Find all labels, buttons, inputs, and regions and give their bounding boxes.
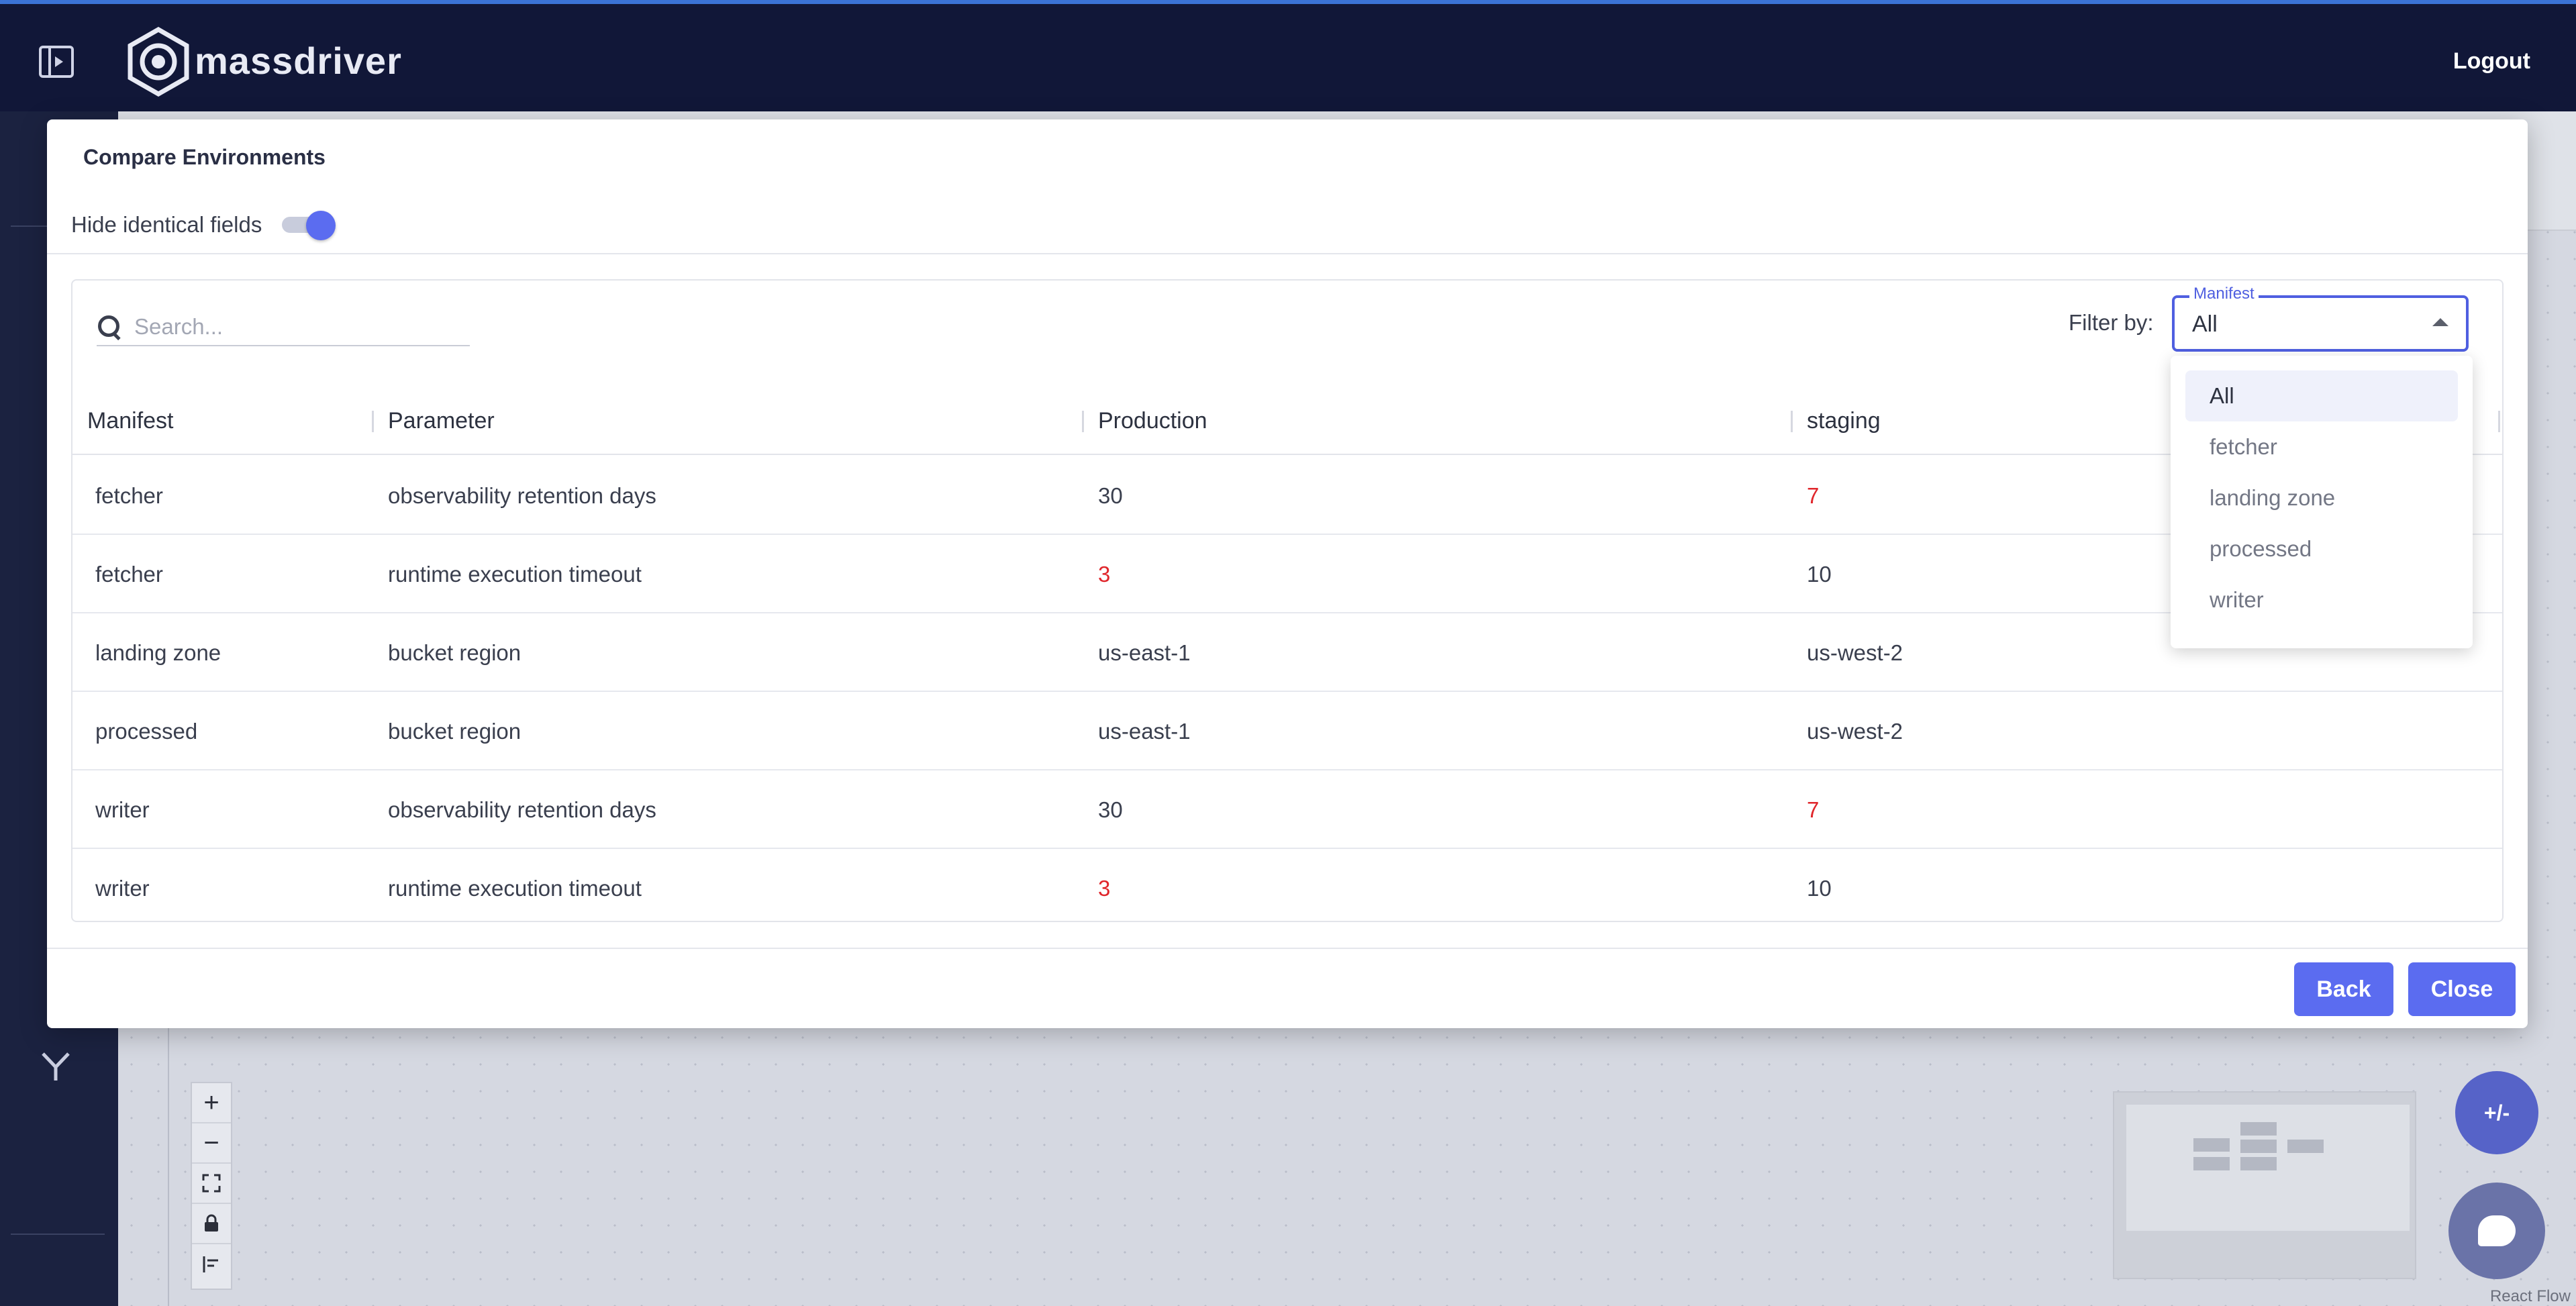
search-input[interactable] (134, 314, 456, 340)
menu-item-all[interactable]: All (2185, 370, 2458, 421)
zoom-out-button[interactable]: − (192, 1123, 231, 1164)
menu-item-fetcher[interactable]: fetcher (2185, 421, 2458, 472)
cell-production: 30 (1098, 797, 1123, 822)
minimap[interactable] (2113, 1091, 2416, 1279)
fit-view-icon (202, 1174, 221, 1193)
chat-icon (2478, 1215, 2516, 1246)
cell-staging: 10 (1807, 876, 1832, 901)
hide-identical-label: Hide identical fields (71, 212, 262, 237)
massdriver-logo-icon (128, 27, 189, 97)
select-floating-label: Manifest (2189, 285, 2259, 303)
caret-up-icon (2432, 318, 2448, 326)
column-resize-handle[interactable] (1791, 411, 1793, 432)
manifest-filter-select[interactable]: Manifest All (2172, 285, 2469, 352)
cell-parameter: runtime execution timeout (388, 876, 642, 901)
lock-icon (205, 1214, 218, 1232)
cell-production: 30 (1098, 483, 1123, 508)
table-row[interactable]: landing zone bucket region us-east-1 us-… (72, 613, 2502, 692)
align-button[interactable] (192, 1244, 231, 1285)
search-box (97, 309, 470, 346)
cell-staging: 7 (1807, 797, 1820, 822)
column-header-production[interactable]: Production (1098, 408, 1207, 434)
menu-item-writer[interactable]: writer (2185, 574, 2458, 625)
search-icon (97, 314, 122, 340)
table-header: Manifest Parameter Production staging (72, 388, 2502, 455)
minimap-node (2240, 1140, 2277, 1153)
table-row[interactable]: writer runtime execution timeout 3 10 (72, 849, 2502, 927)
column-header-staging[interactable]: staging (1807, 408, 1881, 434)
cell-staging: us-west-2 (1807, 640, 1903, 665)
cell-parameter: observability retention days (388, 483, 656, 508)
table-row[interactable]: fetcher runtime execution timeout 3 10 (72, 535, 2502, 613)
cell-parameter: observability retention days (388, 797, 656, 822)
align-left-icon (203, 1256, 218, 1272)
cell-production: us-east-1 (1098, 719, 1191, 744)
cell-parameter: bucket region (388, 640, 522, 665)
close-button[interactable]: Close (2408, 962, 2516, 1016)
minimap-node (2193, 1138, 2230, 1152)
table-row[interactable]: fetcher observability retention days 30 … (72, 456, 2502, 535)
nav-separator (11, 1234, 105, 1235)
back-button[interactable]: Back (2294, 962, 2393, 1016)
cell-manifest: fetcher (95, 562, 163, 587)
cell-staging: us-west-2 (1807, 719, 1903, 744)
comparison-table-card: Filter by: Manifest All Manifest Paramet… (71, 279, 2504, 922)
top-bar: massdriver Logout (0, 4, 2576, 111)
cell-manifest: writer (95, 876, 150, 901)
table-row[interactable]: writer observability retention days 30 7 (72, 770, 2502, 849)
merge-icon[interactable] (38, 1048, 74, 1085)
flow-controls: + − (191, 1082, 232, 1290)
brand-name: massdriver (195, 40, 402, 82)
fit-view-button[interactable] (192, 1164, 231, 1204)
cell-production: 3 (1098, 876, 1111, 901)
react-flow-attribution[interactable]: React Flow (2490, 1287, 2571, 1306)
compare-environments-dialog: Compare Environments Hide identical fiel… (47, 119, 2528, 1028)
column-header-parameter[interactable]: Parameter (388, 408, 495, 434)
filter-label: Filter by: (2069, 310, 2154, 335)
minimap-node (2193, 1157, 2230, 1170)
column-resize-handle[interactable] (2498, 411, 2500, 432)
cell-parameter: bucket region (388, 719, 522, 744)
cell-manifest: landing zone (95, 640, 221, 665)
zoom-in-button[interactable]: + (192, 1083, 231, 1123)
lock-button[interactable] (192, 1204, 231, 1244)
cell-staging: 10 (1807, 562, 1832, 587)
dialog-title: Compare Environments (83, 145, 326, 169)
cell-production: us-east-1 (1098, 640, 1191, 665)
cell-parameter: runtime execution timeout (388, 562, 642, 587)
cell-staging: 7 (1807, 483, 1820, 508)
toggle-knob (306, 211, 336, 240)
manifest-filter-menu: All fetcher landing zone processed write… (2171, 356, 2473, 648)
cell-manifest: processed (95, 719, 198, 744)
minimap-node (2287, 1140, 2324, 1153)
menu-item-processed[interactable]: processed (2185, 523, 2458, 574)
hide-identical-toggle[interactable] (282, 209, 336, 240)
cell-manifest: fetcher (95, 483, 163, 508)
select-value: All (2192, 311, 2218, 337)
hide-identical-row: Hide identical fields (71, 209, 336, 240)
column-header-manifest[interactable]: Manifest (87, 408, 174, 434)
minimap-node (2240, 1157, 2277, 1170)
column-resize-handle[interactable] (1082, 411, 1084, 432)
dialog-footer-divider (47, 948, 2528, 949)
dialog-divider (47, 253, 2528, 254)
cell-manifest: writer (95, 797, 150, 822)
chat-button[interactable] (2448, 1183, 2545, 1279)
sidebar-toggle-icon[interactable] (39, 46, 74, 78)
menu-item-landing-zone[interactable]: landing zone (2185, 472, 2458, 523)
minimap-node (2240, 1122, 2277, 1136)
logout-button[interactable]: Logout (2453, 48, 2530, 74)
diff-fab-button[interactable]: +/- (2455, 1071, 2538, 1154)
cell-production: 3 (1098, 562, 1111, 587)
table-row[interactable]: processed bucket region us-east-1 us-wes… (72, 692, 2502, 770)
column-resize-handle[interactable] (372, 411, 374, 432)
minimap-viewport (2126, 1105, 2410, 1231)
